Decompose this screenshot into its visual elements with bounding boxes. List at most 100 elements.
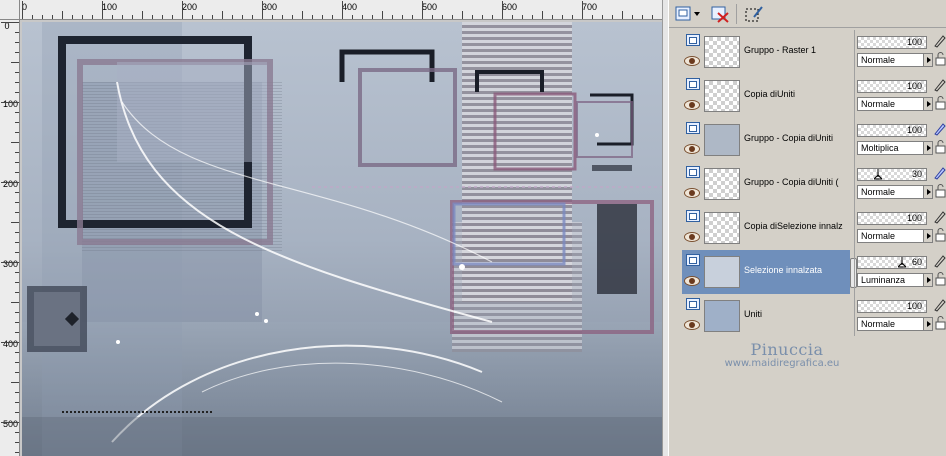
ruler-tick xyxy=(352,15,353,19)
opacity-value: 100 xyxy=(906,81,922,91)
ruler-corner xyxy=(0,0,20,20)
ruler-tick xyxy=(15,432,19,433)
lock-icon[interactable] xyxy=(934,184,946,198)
blend-mode-select[interactable]: Normale xyxy=(857,53,933,67)
blend-mode-select[interactable]: Normale xyxy=(857,317,933,331)
brush-icon[interactable] xyxy=(933,34,946,48)
visibility-eye-icon[interactable] xyxy=(684,188,700,198)
opacity-slider[interactable]: 100 xyxy=(857,212,927,225)
ruler-tick xyxy=(1,22,19,23)
ruler-tick xyxy=(372,15,373,19)
opacity-slider[interactable]: 60 xyxy=(857,256,927,269)
visibility-eye-icon[interactable] xyxy=(684,320,700,330)
blend-mode-select[interactable]: Luminanza xyxy=(857,273,933,287)
layer-row-selected[interactable]: Selezione innalzata xyxy=(682,250,850,294)
layer-name: Gruppo - Raster 1 xyxy=(744,45,817,55)
ruler-tick xyxy=(542,11,543,19)
artwork xyxy=(22,22,662,456)
opacity-slider[interactable]: 30 xyxy=(857,168,927,181)
ruler-tick xyxy=(252,15,253,19)
layer-thumbnail xyxy=(704,80,740,112)
ruler-tick xyxy=(15,452,19,453)
lock-icon[interactable] xyxy=(934,140,946,154)
blend-mode-select[interactable]: Normale xyxy=(857,229,933,243)
delete-layer-button[interactable] xyxy=(709,4,731,24)
ruler-tick xyxy=(15,32,19,33)
ruler-label: 100 xyxy=(102,2,118,12)
brush-icon[interactable] xyxy=(933,78,946,92)
brush-icon[interactable] xyxy=(933,122,946,136)
opacity-value: 100 xyxy=(906,213,922,223)
blend-mode-select[interactable]: Normale xyxy=(857,97,933,111)
opacity-value: 100 xyxy=(906,125,922,135)
ruler-tick xyxy=(642,15,643,19)
layer-row[interactable]: Copia diSelezione innalz xyxy=(682,206,850,250)
raster-layer-icon xyxy=(686,166,700,178)
ruler-tick xyxy=(512,15,513,19)
paint-application: 0 100 200 300 400 500 600 700 0 100 200 … xyxy=(0,0,946,456)
layer-row[interactable]: Gruppo - Raster 1 xyxy=(682,30,850,74)
layer-name: Copia diSelezione innalz xyxy=(744,221,843,231)
opacity-slider[interactable]: 100 xyxy=(857,300,927,313)
watermark-name: Pinuccia xyxy=(750,340,824,359)
ruler-tick xyxy=(15,232,19,233)
ruler-label: 600 xyxy=(502,2,518,12)
ruler-tick xyxy=(622,11,623,19)
lock-icon[interactable] xyxy=(934,272,946,286)
ruler-tick xyxy=(1,422,19,423)
visibility-eye-icon[interactable] xyxy=(684,56,700,66)
ruler-tick xyxy=(11,62,19,63)
opacity-slider[interactable]: 100 xyxy=(857,80,927,93)
dropdown-arrow-icon xyxy=(923,54,932,66)
opacity-slider[interactable]: 100 xyxy=(857,124,927,137)
ruler-tick xyxy=(11,142,19,143)
ruler-tick xyxy=(15,392,19,393)
ruler-tick xyxy=(172,15,173,19)
ruler-tick xyxy=(15,152,19,153)
ruler-tick xyxy=(632,15,633,19)
brush-icon[interactable] xyxy=(933,166,946,180)
blend-mode-value: Normale xyxy=(861,231,896,241)
ruler-tick xyxy=(462,11,463,19)
layer-thumbnail xyxy=(704,212,740,244)
ruler-tick xyxy=(15,272,19,273)
lock-icon[interactable] xyxy=(934,228,946,242)
lock-icon[interactable] xyxy=(934,96,946,110)
canvas-image[interactable] xyxy=(22,22,662,456)
blend-mode-select[interactable]: Moltiplica xyxy=(857,141,933,155)
layer-row[interactable]: Gruppo - Copia diUniti xyxy=(682,118,850,162)
layer-row[interactable]: Copia diUniti xyxy=(682,74,850,118)
new-layer-button[interactable] xyxy=(675,4,701,24)
ruler-tick xyxy=(422,1,423,19)
layer-properties-row: 100 Normale xyxy=(855,206,946,250)
layer-row[interactable]: Uniti xyxy=(682,294,850,338)
layer-row[interactable]: Gruppo - Copia diUniti ( xyxy=(682,162,850,206)
lock-icon[interactable] xyxy=(934,52,946,66)
visibility-eye-icon[interactable] xyxy=(684,100,700,110)
brush-icon[interactable] xyxy=(933,210,946,224)
layer-properties-row: 60 Luminanza xyxy=(855,250,946,294)
blend-mode-value: Moltiplica xyxy=(861,143,899,153)
ruler-tick xyxy=(15,172,19,173)
brush-icon[interactable] xyxy=(933,298,946,312)
ruler-tick xyxy=(1,182,19,183)
selection-to-layer-button[interactable] xyxy=(743,4,765,24)
ruler-tick xyxy=(472,15,473,19)
layer-properties-column: 100 Normale 100 Normale 100 Moltiplica 3… xyxy=(854,30,946,336)
visibility-eye-icon[interactable] xyxy=(684,232,700,242)
blend-mode-select[interactable]: Normale xyxy=(857,185,933,199)
ruler-tick xyxy=(15,82,19,83)
opacity-slider[interactable]: 100 xyxy=(857,36,927,49)
visibility-eye-icon[interactable] xyxy=(684,276,700,286)
layers-panel: Gruppo - Raster 1 Copia diUniti Gruppo -… xyxy=(668,0,946,456)
brush-icon[interactable] xyxy=(933,254,946,268)
lock-icon[interactable] xyxy=(934,316,946,330)
opacity-marker-icon xyxy=(874,169,882,180)
layer-properties-row: 100 Normale xyxy=(855,294,946,338)
ruler-tick xyxy=(15,372,19,373)
visibility-eye-icon[interactable] xyxy=(684,144,700,154)
ruler-tick xyxy=(11,382,19,383)
dropdown-arrow-icon xyxy=(923,274,932,286)
ruler-tick xyxy=(402,15,403,19)
dropdown-arrow-icon xyxy=(923,98,932,110)
